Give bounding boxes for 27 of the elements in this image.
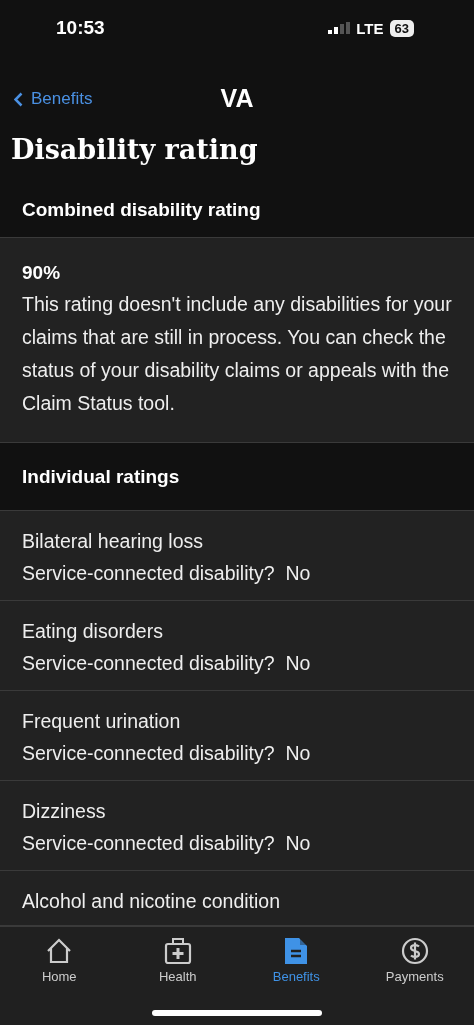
service-connected-status: Service-connected disability? No: [22, 831, 312, 856]
service-connected-status: Service-connected disability? No: [22, 741, 312, 766]
chevron-left-icon: [14, 91, 23, 107]
document-icon: [284, 937, 309, 965]
condition-name: Dizziness: [22, 799, 107, 824]
nav-title: VA: [220, 84, 254, 113]
page-title: Disability rating: [10, 133, 259, 167]
status-time: 10:53: [56, 17, 105, 39]
rating-description: This rating doesn't include any disabilities for your claims that are still in process. You can check the status of your disability claims or appeals with the Claim Status tool.: [22, 292, 452, 416]
condition-name: Bilateral hearing loss: [22, 529, 204, 554]
tab-bar-item[interactable]: Payments: [355, 933, 474, 991]
condition-name: Eating disorders: [22, 619, 164, 644]
tab-bar-item[interactable]: Benefits: [237, 933, 356, 991]
back-link[interactable]: Benefits: [14, 89, 93, 109]
combined-rating: 90%: [22, 261, 62, 285]
back-label: Benefits: [31, 89, 93, 109]
network-label: LTE: [356, 19, 384, 37]
signal-icon: [328, 22, 351, 34]
service-connected-status: Service-connected disability? No: [22, 561, 312, 586]
condition-name: Frequent urination: [22, 709, 182, 734]
tab-bar-item[interactable]: Health: [118, 933, 237, 991]
service-connected-status: Service-connected disability? No: [22, 651, 312, 676]
battery-level: 63: [389, 19, 414, 37]
medical-kit-icon: [163, 937, 192, 965]
dollar-icon: [400, 937, 429, 965]
tab-bar-item[interactable]: Home: [0, 933, 119, 991]
condition-name: Alcohol and nicotine condition: [22, 889, 281, 914]
